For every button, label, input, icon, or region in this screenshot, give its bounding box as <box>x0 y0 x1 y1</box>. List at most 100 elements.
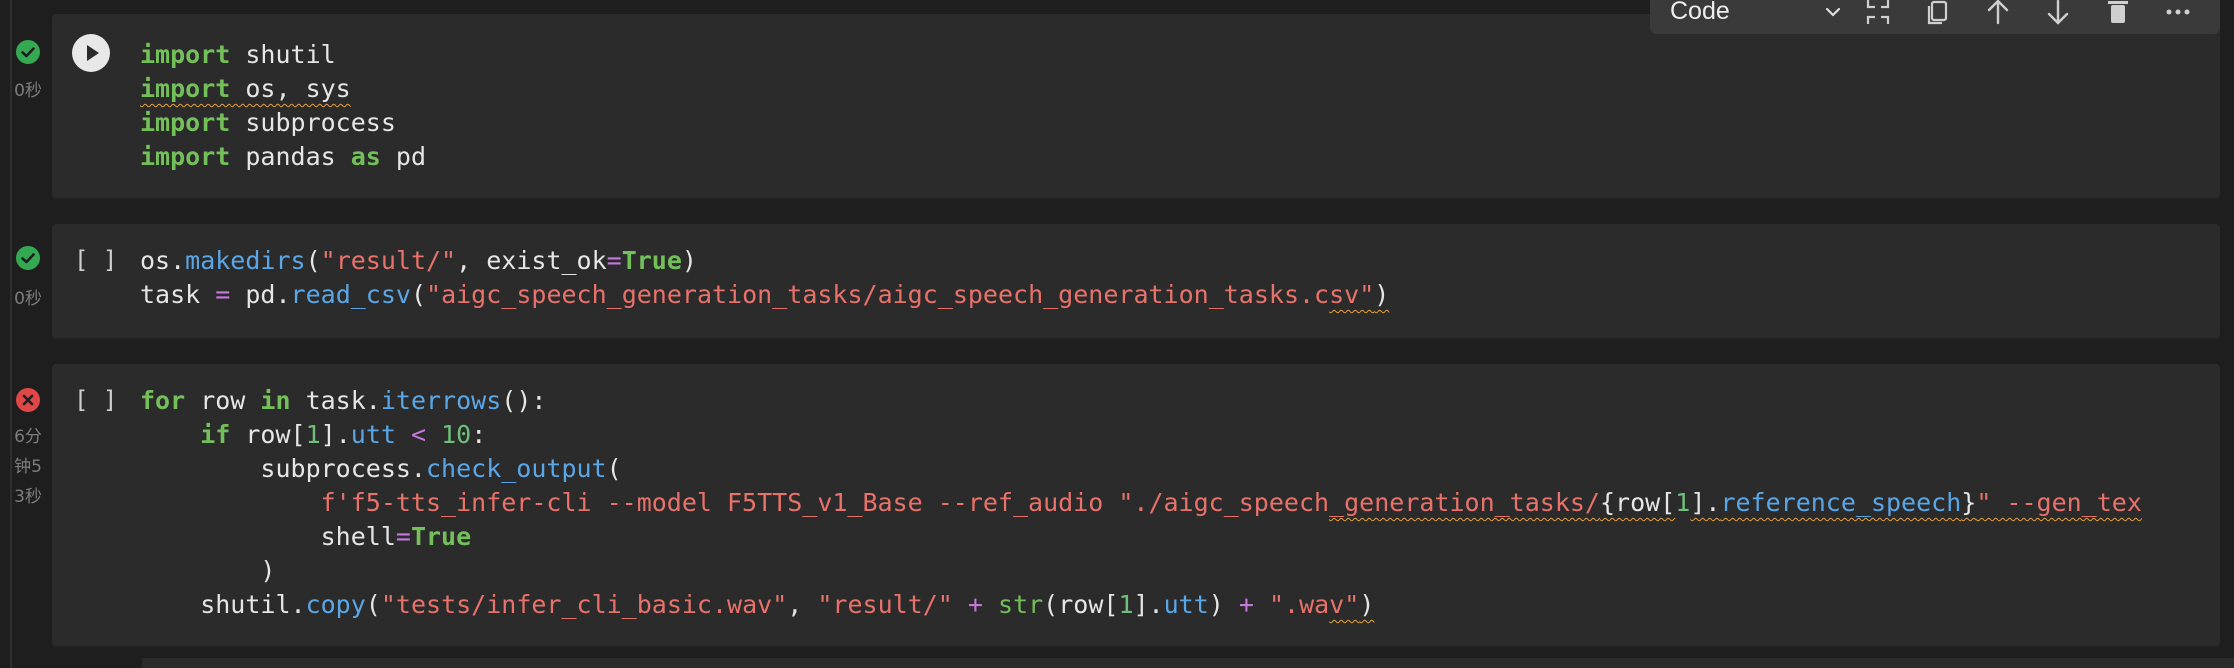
code-token: utt <box>1163 590 1209 619</box>
code-token: iterrows <box>380 386 502 415</box>
code-line[interactable]: import shutil <box>140 38 426 72</box>
code-token: task. <box>290 386 381 415</box>
code-token: read_csv <box>290 280 411 309</box>
code-token: check_output <box>425 454 607 483</box>
move-up-icon[interactable] <box>1982 0 2014 28</box>
code-token: ) <box>140 556 276 585</box>
code-token: os, sys <box>230 74 351 103</box>
more-icon[interactable] <box>2162 0 2194 28</box>
cell-editor[interactable]: [ ] for row in task.iterrows(): if row[1… <box>52 364 2220 648</box>
code-token: : <box>471 420 487 449</box>
code-token: pandas <box>230 142 351 171</box>
code-token: ) <box>681 246 697 275</box>
next-cell-edge <box>142 658 2234 668</box>
code-token: + <box>967 590 983 619</box>
code-line[interactable]: shutil.copy("tests/infer_cli_basic.wav",… <box>140 588 2142 622</box>
code-line[interactable]: f'f5-tts_infer-cli --model F5TTS_v1_Base… <box>140 486 2142 520</box>
code-token: task <box>140 280 216 309</box>
code-text[interactable]: import shutil import os, sys import subpro… <box>140 38 426 174</box>
code-line[interactable]: subprocess.check_output( <box>140 452 2142 486</box>
code-line[interactable]: import pandas as pd <box>140 140 426 174</box>
code-token: sv" <box>1329 280 1375 309</box>
code-token: makedirs <box>185 246 306 275</box>
code-line[interactable]: for row in task.iterrows(): <box>140 384 2142 418</box>
code-token: , <box>787 590 818 619</box>
cell-toolbar: Code <box>1650 0 2220 34</box>
collapse-icon[interactable] <box>1862 0 1894 28</box>
elapsed-line: 3秒 <box>14 487 42 507</box>
code-token: import <box>140 142 231 171</box>
notebook-page: 0秒 import shutil import os, sys import sub… <box>0 0 2234 668</box>
cell-type-label: Code <box>1670 0 1730 25</box>
code-token: = <box>606 246 622 275</box>
code-token: v" <box>1329 590 1360 619</box>
code-token: pd <box>380 142 426 171</box>
code-token: shutil <box>230 40 336 69</box>
code-token: import <box>140 108 231 137</box>
code-token: (): <box>501 386 547 415</box>
code-token: "result/" <box>817 590 953 619</box>
code-token: ) <box>1359 590 1375 619</box>
code-token: } <box>1961 488 1977 517</box>
code-text[interactable]: for row in task.iterrows(): if row[1].ut… <box>140 384 2142 622</box>
code-token: "tests/infer_cli_basic.wav" <box>380 590 788 619</box>
code-token: 1 <box>1675 488 1691 517</box>
cell-editor[interactable]: import shutil import os, sys import subpro… <box>52 14 2220 200</box>
code-token: = <box>215 280 231 309</box>
execution-count: [ ] <box>74 386 118 414</box>
elapsed-time: 0秒 <box>14 289 42 309</box>
code-line[interactable]: os.makedirs("result/", exist_ok=True) <box>140 244 1389 278</box>
code-line[interactable]: if row[1].utt < 10: <box>140 418 2142 452</box>
code-token: import <box>140 74 231 103</box>
code-token: reference_speech <box>1720 488 1962 517</box>
elapsed-line: 钟5 <box>14 457 42 477</box>
code-token: utt <box>350 420 396 449</box>
code-cell-1[interactable]: 0秒 import shutil import os, sys import sub… <box>0 0 2234 200</box>
code-token: < <box>410 420 427 449</box>
code-token: ( <box>305 246 321 275</box>
code-line[interactable]: import subprocess <box>140 106 426 140</box>
code-text[interactable]: os.makedirs("result/", exist_ok=True) tas… <box>140 244 1389 312</box>
code-token: True <box>621 246 682 275</box>
delete-icon[interactable] <box>2102 0 2134 28</box>
elapsed-time: 6分 钟5 3秒 <box>8 422 48 512</box>
elapsed-line: 6分 <box>14 427 42 447</box>
code-token: ".wa <box>1269 590 1330 619</box>
code-token: ]. <box>1133 590 1164 619</box>
code-line[interactable]: ) <box>140 554 2142 588</box>
code-token: subprocess. <box>140 454 426 483</box>
code-token: + <box>1238 590 1254 619</box>
code-token: in <box>260 386 291 415</box>
move-down-icon[interactable] <box>2042 0 2074 28</box>
code-token: ( <box>365 590 381 619</box>
code-token: True <box>410 522 472 551</box>
code-token: if <box>200 420 231 449</box>
code-line[interactable]: import os, sys <box>140 72 426 106</box>
code-token: , exist_ok <box>456 246 607 275</box>
code-token: "result/" <box>320 246 457 275</box>
code-token: f'f5-tts_infer-cli --model F5TTS_v1_Base… <box>320 488 1330 517</box>
code-token: os. <box>140 246 186 275</box>
copy-icon[interactable] <box>1922 0 1954 28</box>
code-token: as <box>350 142 381 171</box>
code-token: ) <box>1374 280 1390 309</box>
error-status-icon <box>16 388 40 412</box>
cell-type-select[interactable]: Code <box>1670 0 1841 28</box>
code-token: shutil. <box>140 590 306 619</box>
code-line[interactable]: task = pd.read_csv("aigc_speech_generati… <box>140 278 1389 312</box>
code-cell-2[interactable]: 0秒 [ ] os.makedirs("result/", exist_ok=T… <box>0 224 2234 340</box>
code-cell-3[interactable]: 6分 钟5 3秒 [ ] for row in task.iterrows():… <box>0 364 2234 648</box>
code-token: ( <box>410 280 427 309</box>
code-token: 1 <box>1118 590 1134 619</box>
run-cell-button[interactable] <box>72 34 110 72</box>
code-token: " --gen_tex <box>1976 488 2142 517</box>
cell-editor[interactable]: [ ] os.makedirs("result/", exist_ok=True… <box>52 224 2220 340</box>
code-token: _generation_tasks/ <box>1329 488 1600 517</box>
code-line[interactable]: shell=True <box>140 520 2142 554</box>
